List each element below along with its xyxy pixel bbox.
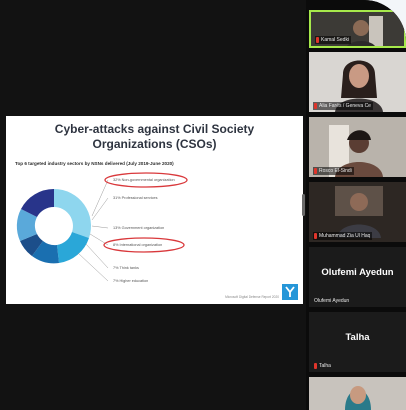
donut-slice-1 xyxy=(54,189,91,238)
participant-video-icon xyxy=(335,186,383,238)
donut-chart xyxy=(16,172,188,282)
participant-tile[interactable] xyxy=(309,377,406,410)
slide-credit: Microsoft Digital Defense Report 2020 xyxy=(225,295,279,299)
participant-nameplate: Kamal Sedki xyxy=(315,36,352,44)
participant-name: Alia Farés / Geneva Ce xyxy=(319,103,371,109)
participant-tile[interactable]: Talha Talha xyxy=(309,312,406,372)
brand-logo-icon xyxy=(282,284,298,300)
mic-muted-icon xyxy=(314,233,317,239)
participant-nameplate: Talha xyxy=(313,362,333,370)
legend-label: 7% Higher education xyxy=(113,279,149,283)
participant-tile[interactable]: Olufemi Ayedun Olufemi Ayedun xyxy=(309,247,406,307)
meeting-window: Cyber-attacks against Civil Society Orga… xyxy=(0,0,406,410)
participant-nameplate: Rosco El-Sindi xyxy=(313,167,354,175)
shared-slide: Cyber-attacks against Civil Society Orga… xyxy=(6,116,303,304)
participant-display-name: Talha xyxy=(345,332,370,343)
participant-tile[interactable]: Muhammad Zia Ul Haq xyxy=(309,182,406,242)
mic-muted-icon xyxy=(314,103,317,109)
participant-nameplate: Olufemi Ayedun xyxy=(313,297,351,305)
participant-name: Muhammad Zia Ul Haq xyxy=(319,233,371,239)
participant-name: Kamal Sedki xyxy=(321,37,350,43)
panel-resize-handle[interactable] xyxy=(302,194,305,216)
participant-name: Rosco El-Sindi xyxy=(319,168,352,174)
participant-name: Olufemi Ayedun xyxy=(314,298,350,304)
mic-muted-icon xyxy=(316,37,319,43)
participant-gallery: Kamal Sedki Alia Farés / Geneva Ce Rosco… xyxy=(306,0,406,410)
participant-name: Talha xyxy=(319,363,331,369)
legend-label: 8% International organization xyxy=(113,243,163,247)
mic-muted-icon xyxy=(314,168,317,174)
legend-label: 32% Non-governmental organization xyxy=(113,178,175,182)
participant-nameplate: Alia Farés / Geneva Ce xyxy=(313,102,373,110)
participant-nameplate: Muhammad Zia Ul Haq xyxy=(313,232,373,240)
participant-video-icon xyxy=(345,386,371,410)
donut-slice-2 xyxy=(57,232,89,263)
legend-label: 7% Think tanks xyxy=(113,266,139,270)
legend-label: 31% Professional services xyxy=(113,196,158,200)
legend-label: 13% Government organization xyxy=(113,226,165,230)
mic-muted-icon xyxy=(314,363,317,369)
participant-tile[interactable]: Alia Farés / Geneva Ce xyxy=(309,52,406,112)
participant-display-name: Olufemi Ayedun xyxy=(321,267,394,278)
participant-tile[interactable]: Kamal Sedki xyxy=(309,10,406,48)
screen-share-area: Cyber-attacks against Civil Society Orga… xyxy=(0,0,306,410)
participant-tile[interactable]: Rosco El-Sindi xyxy=(309,117,406,177)
